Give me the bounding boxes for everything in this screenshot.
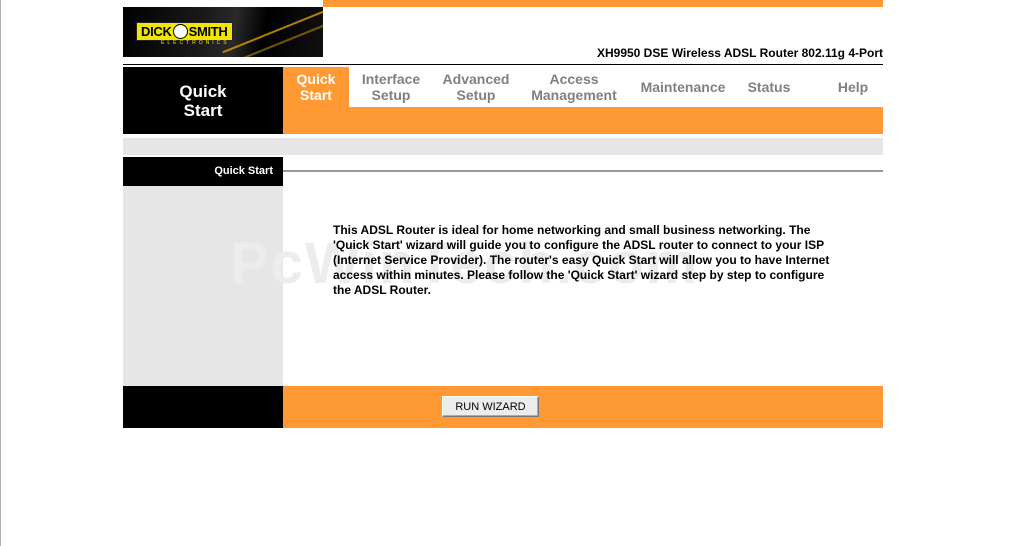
footer-bar [283, 386, 883, 428]
tab-maintenance[interactable]: Maintenance [633, 67, 733, 107]
tab-interface-setup[interactable]: Interface Setup [353, 67, 429, 107]
logo-face-icon [172, 24, 188, 39]
footer-left-panel [123, 386, 283, 428]
brand-logo: DICK SMITH ELECTRONICS [123, 7, 323, 57]
logo-badge: DICK SMITH [136, 22, 233, 41]
nav-divider [123, 64, 883, 65]
tab-quick-start[interactable]: Quick Start [283, 67, 349, 107]
tab-status[interactable]: Status [740, 67, 798, 107]
nav-sub-bar [283, 107, 883, 134]
run-wizard-button[interactable]: RUN WIZARD [442, 396, 539, 417]
header-top-bar [323, 0, 883, 7]
section-heading: Quick Start [123, 157, 283, 186]
tab-access-management[interactable]: Access Management [525, 67, 623, 107]
tab-advanced-setup[interactable]: Advanced Setup [437, 67, 515, 107]
intro-text: This ADSL Router is ideal for home netwo… [333, 223, 830, 297]
logo-text-left: DICK [141, 24, 172, 39]
spacer-band [123, 138, 883, 155]
tab-help[interactable]: Help [823, 67, 883, 107]
model-title: XH9950 DSE Wireless ADSL Router 802.11g … [596, 46, 883, 60]
section-rule [283, 170, 883, 172]
logo-text-right: SMITH [188, 24, 228, 39]
sidebar-panel [123, 186, 283, 386]
current-section-title: Quick Start [123, 67, 283, 134]
window-border [0, 0, 1, 546]
logo-subtext: ELECTRONICS [161, 40, 230, 46]
